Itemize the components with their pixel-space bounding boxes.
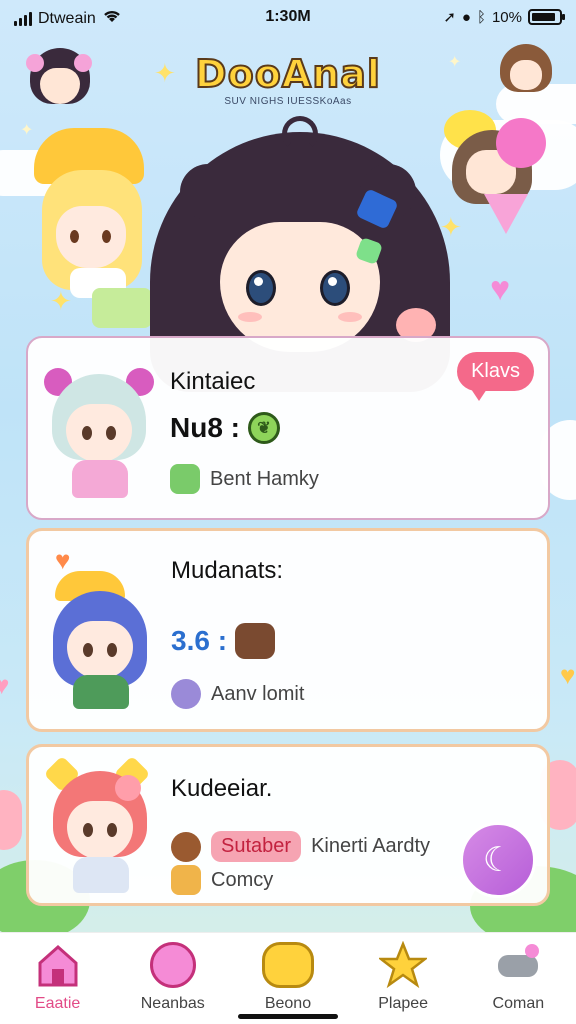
heart-icon: ♥ xyxy=(490,270,511,308)
battery-icon xyxy=(528,9,565,25)
heart-icon: ♥ xyxy=(0,670,10,700)
character-stat: Nu8 : ❦ xyxy=(170,412,280,444)
stat-value: 3.6 : xyxy=(171,625,228,656)
star-icon xyxy=(377,939,429,991)
blonde-character-illustration xyxy=(34,128,154,328)
character-subtitle: Bent Hamky xyxy=(170,464,319,494)
app-logo: DooAnal xyxy=(194,51,381,97)
tab-coman[interactable]: Coman xyxy=(463,939,573,1013)
tab-eaatie[interactable]: Eaatie xyxy=(3,939,113,1013)
battery-percent: 10% xyxy=(491,8,522,26)
tab-beono[interactable]: Beono xyxy=(233,939,343,1013)
leaf-icon: ❦ xyxy=(248,412,280,444)
controller-icon xyxy=(492,939,544,991)
tab-label: Beono xyxy=(264,995,312,1012)
character-name: Kudeeiar. xyxy=(171,775,273,802)
avatar-right-creature xyxy=(444,110,554,234)
character-tags: Sutaber Kinerti Aardty xyxy=(171,831,430,862)
bottom-tab-bar: Eaatie Neanbas Beono Plapee Coman xyxy=(0,932,576,1024)
stat-value: Nu8 : xyxy=(170,412,240,443)
lock-icon: ● xyxy=(461,8,471,26)
subtitle-text: Aanv lomit xyxy=(211,682,305,705)
status-bar: Dtweain 1:30M ➚ ● ᛒ 10% xyxy=(0,0,576,34)
subtitle-text: Bent Hamky xyxy=(210,467,319,490)
tab-plapee[interactable]: Plapee xyxy=(348,939,458,1013)
character-name: Kintaiec xyxy=(170,368,256,395)
app-tagline: SUV NIGHS IUESSKoAas xyxy=(224,96,352,107)
yellow-cat-icon xyxy=(261,939,314,991)
character-avatar xyxy=(44,368,154,498)
status-right: ➚ ● ᛒ 10% xyxy=(443,8,565,26)
battery-fill xyxy=(532,13,555,21)
tag-description: Kinerti Aardty xyxy=(311,835,431,857)
jar-icon xyxy=(171,865,201,895)
character-card[interactable]: Kintaiec Nu8 : ❦ Bent Hamky Klavs xyxy=(26,336,550,520)
bluetooth-icon: ᛒ xyxy=(476,8,486,26)
house-icon xyxy=(32,939,84,991)
hero-character-illustration xyxy=(150,112,450,392)
moon-icon: ☾ xyxy=(482,841,514,879)
tag-pill[interactable]: Sutaber xyxy=(211,831,302,862)
location-icon: ➚ xyxy=(443,9,456,26)
heart-icon: ♥ xyxy=(560,660,576,690)
character-subtitle: Comcy xyxy=(171,865,273,895)
tab-label: Plapee xyxy=(378,995,429,1012)
tab-neanbas[interactable]: Neanbas xyxy=(118,939,228,1013)
sparkle-icon: ✦ xyxy=(20,122,34,139)
tab-label: Neanbas xyxy=(140,995,205,1012)
character-name: Mudanats: xyxy=(171,557,284,584)
likes-badge[interactable]: Klavs xyxy=(457,352,534,401)
home-indicator xyxy=(238,1014,338,1019)
tab-label: Coman xyxy=(492,995,545,1012)
character-card[interactable]: ♥ Mudanats: 3.6 : Aanv lomit xyxy=(26,528,550,732)
tab-label: Eaatie xyxy=(34,995,81,1012)
subtitle-text: Comcy xyxy=(211,868,274,891)
character-avatar xyxy=(45,571,155,709)
pink-creature-icon xyxy=(147,939,199,991)
avatar-mini-icon xyxy=(171,679,201,709)
bear-icon xyxy=(171,831,201,862)
chat-button[interactable]: ☾ xyxy=(460,822,536,898)
brown-creature-icon xyxy=(235,623,276,659)
green-creature-icon xyxy=(170,464,200,494)
character-avatar xyxy=(43,755,155,893)
character-subtitle: Aanv lomit xyxy=(171,679,304,709)
character-stat: 3.6 : xyxy=(171,623,276,659)
